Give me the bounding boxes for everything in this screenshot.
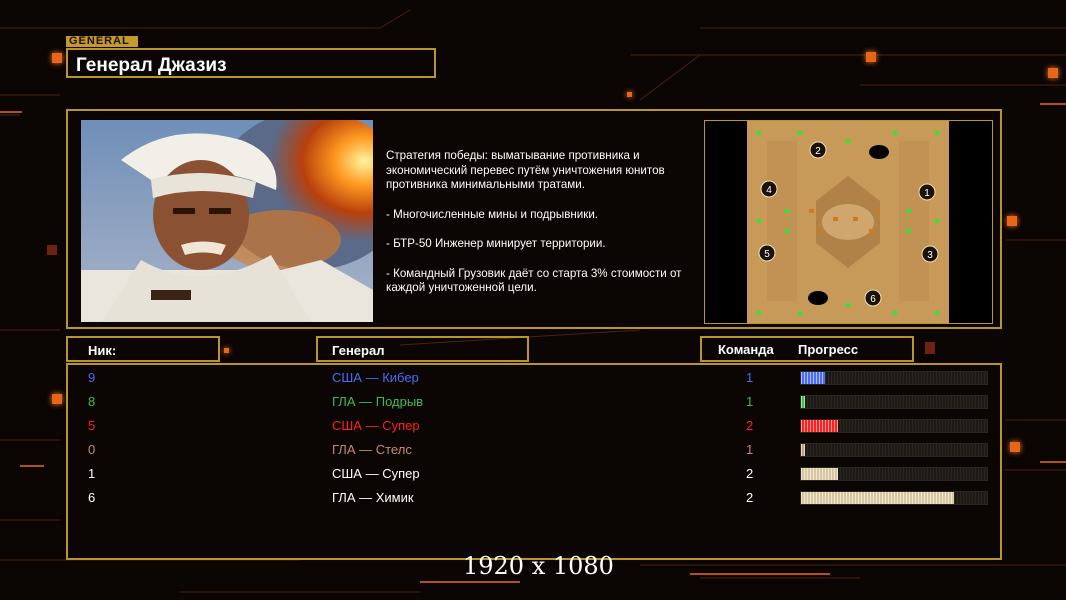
player-nick: 9 xyxy=(88,370,96,385)
general-description: Стратегия победы: выматывание противника… xyxy=(386,149,706,311)
player-progress-bar xyxy=(800,395,988,409)
player-team: 2 xyxy=(746,466,754,481)
decor-square xyxy=(52,394,62,404)
player-progress-bar xyxy=(800,467,988,481)
spawn-label: 6 xyxy=(870,294,876,305)
player-team: 1 xyxy=(746,442,754,457)
decor-square xyxy=(224,348,229,353)
decor-square xyxy=(1007,216,1017,226)
player-team: 1 xyxy=(746,370,754,385)
player-row[interactable]: 0 ГЛА — Стелс 1 xyxy=(68,439,1004,459)
description-strategy: Стратегия победы: выматывание противника… xyxy=(386,149,665,191)
decor-square xyxy=(1048,68,1058,78)
player-row[interactable]: 6 ГЛА — Химик 2 xyxy=(68,487,1004,507)
player-progress-fill xyxy=(801,468,838,480)
player-list: 9 США — Кибер 1 8 ГЛА — Подрыв 1 5 США — Супер 2… xyxy=(66,363,1002,560)
player-progress-fill xyxy=(801,396,805,408)
general-info-panel: Стратегия победы: выматывание противника… xyxy=(66,109,1002,329)
player-general: США — Супер xyxy=(332,466,420,481)
resolution-caption: 1920 x 1080 xyxy=(463,552,614,580)
general-name: Генерал Джазиз xyxy=(76,55,227,76)
spawn-label: 4 xyxy=(766,185,772,196)
column-header-team-progress: Команда Прогресс xyxy=(700,336,914,362)
spawn-label: 2 xyxy=(815,146,821,157)
player-nick: 5 xyxy=(88,418,96,433)
player-general: США — Супер xyxy=(332,418,420,433)
player-row[interactable]: 1 США — Супер 2 xyxy=(68,463,1004,483)
player-general: США — Кибер xyxy=(332,370,419,385)
decor-square xyxy=(52,53,62,63)
player-progress-bar xyxy=(800,491,988,505)
player-nick: 8 xyxy=(88,394,96,409)
column-team-label: Команда xyxy=(718,342,774,357)
player-row[interactable]: 9 США — Кибер 1 xyxy=(68,367,1004,387)
description-item: - Командный Грузовик даёт со старта 3% с… xyxy=(386,266,682,295)
player-nick: 0 xyxy=(88,442,96,457)
player-row[interactable]: 8 ГЛА — Подрыв 1 xyxy=(68,391,1004,411)
decor-square xyxy=(1010,442,1020,452)
column-progress-label: Прогресс xyxy=(798,342,859,357)
minimap[interactable]: 1 2 3 4 5 6 xyxy=(704,120,993,324)
player-progress-bar xyxy=(800,419,988,433)
player-progress-fill xyxy=(801,420,838,432)
player-nick: 6 xyxy=(88,490,96,505)
column-header-general: Генерал xyxy=(316,336,529,362)
column-header-nick: Ник: xyxy=(66,336,220,362)
decor-square xyxy=(866,52,876,62)
description-item: - Многочисленные мины и подрывники. xyxy=(386,207,599,221)
player-progress-fill xyxy=(801,372,825,384)
player-progress-fill xyxy=(801,444,805,456)
decor-square xyxy=(47,245,57,255)
player-team: 2 xyxy=(746,418,754,433)
column-general-label: Генерал xyxy=(332,343,385,358)
description-item: - БТР-50 Инженер минирует территории. xyxy=(386,237,606,250)
player-team: 2 xyxy=(746,490,754,505)
player-progress-bar xyxy=(800,443,988,457)
player-nick: 1 xyxy=(88,466,96,481)
spawn-label: 3 xyxy=(927,250,933,261)
player-team: 1 xyxy=(746,394,754,409)
column-nick-label: Ник: xyxy=(88,343,117,358)
spawn-label: 1 xyxy=(924,188,930,199)
spawn-label: 5 xyxy=(764,249,770,260)
player-progress-fill xyxy=(801,492,954,504)
general-portrait xyxy=(81,120,373,322)
player-general: ГЛА — Стелс xyxy=(332,442,412,457)
general-tag: GENERAL xyxy=(66,36,138,47)
general-name-box: Генерал Джазиз xyxy=(66,48,436,78)
player-row[interactable]: 5 США — Супер 2 xyxy=(68,415,1004,435)
decor-square xyxy=(925,342,935,354)
decor-square xyxy=(627,92,632,97)
player-progress-bar xyxy=(800,371,988,385)
player-general: ГЛА — Химик xyxy=(332,490,414,505)
player-general: ГЛА — Подрыв xyxy=(332,394,424,409)
